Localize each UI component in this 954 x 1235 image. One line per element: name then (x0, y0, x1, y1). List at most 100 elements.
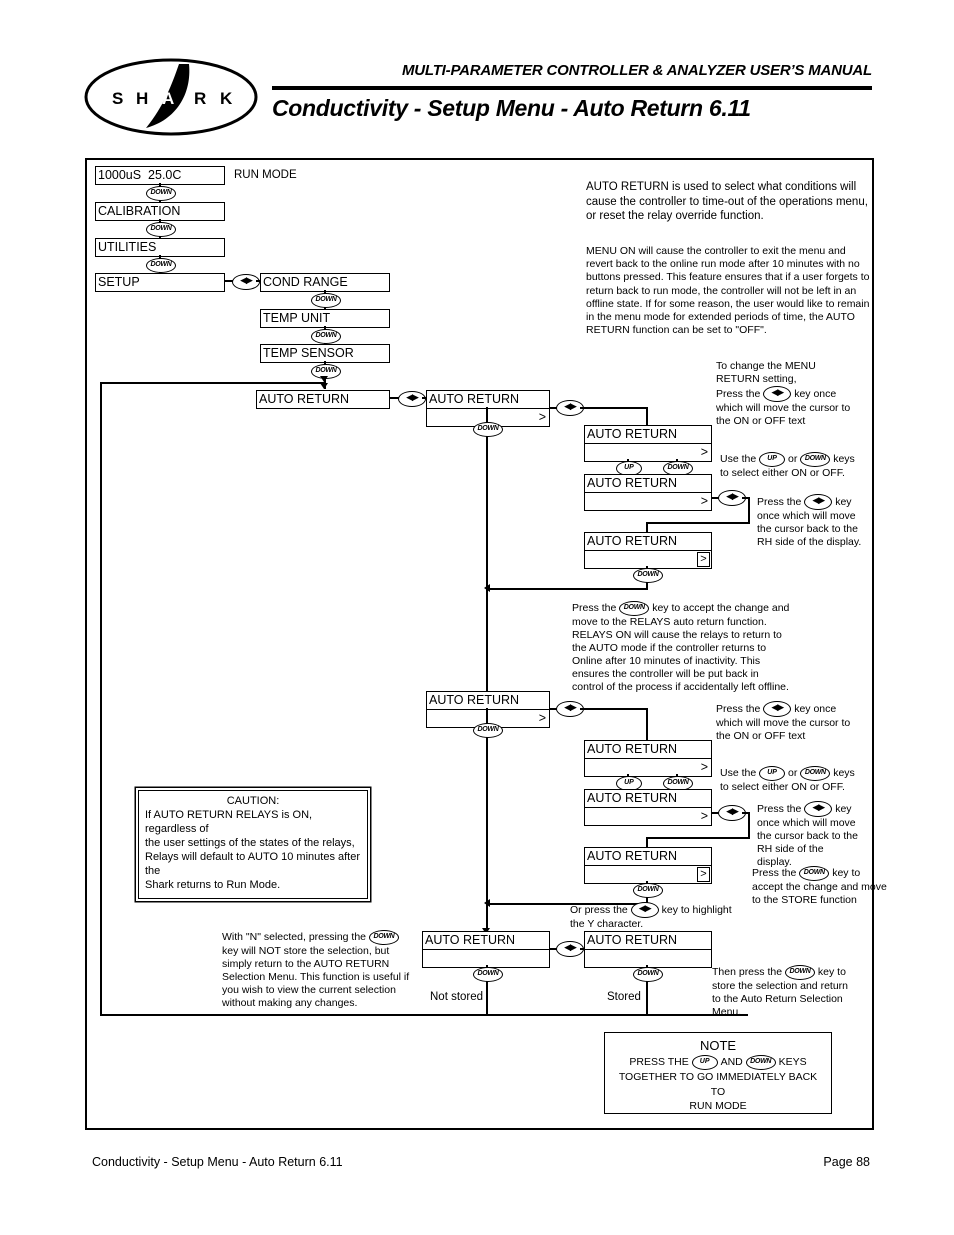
up-key-icon[interactable]: UP (759, 766, 786, 781)
svg-text:A: A (162, 89, 174, 108)
line: To change the MENU (716, 360, 816, 372)
text: keys (833, 453, 855, 466)
line: the cursor back to the (757, 523, 858, 535)
line: simply return to the AUTO RETURN (222, 958, 390, 970)
left-right-key-icon[interactable]: ◀▶ (398, 391, 426, 407)
line: which will move the cursor to (716, 717, 851, 729)
down-key-icon[interactable]: DOWN (633, 967, 663, 982)
note-line: RUN MODE (689, 1100, 747, 1112)
down-key-icon[interactable]: DOWN (473, 967, 503, 982)
text: key to (832, 867, 861, 880)
display-relays-on-cursor: AUTO RETURN RELAYS ON > (584, 789, 712, 826)
display-line-1: AUTO RETURN (587, 427, 678, 441)
caution-line: Relays will default to AUTO 10 minutes a… (145, 851, 361, 877)
text: or (788, 453, 798, 466)
text: Use the (720, 767, 757, 780)
up-key-icon[interactable]: UP (691, 1055, 718, 1070)
line: Use the UP or DOWN keys (720, 766, 900, 781)
left-right-key-icon[interactable]: ◀▶ (804, 801, 833, 817)
down-key-icon[interactable]: DOWN (633, 883, 663, 898)
line: Press the DOWN key to (752, 866, 912, 881)
text: keys (833, 767, 855, 780)
down-key-icon[interactable]: DOWN (799, 866, 830, 881)
svg-text:S: S (112, 89, 123, 108)
display-relays-on-right: AUTO RETURN RELAYS ON > (584, 847, 712, 884)
note-box: NOTE PRESS THE UP AND DOWN KEYS TOGETHER… (604, 1032, 832, 1114)
connector (748, 812, 750, 838)
text: Press the (716, 387, 761, 400)
left-right-key-icon[interactable]: ◀▶ (804, 494, 833, 510)
header-divider (272, 86, 872, 90)
svg-text:H: H (136, 89, 148, 108)
connector (486, 588, 646, 590)
down-key-icon[interactable]: DOWN (784, 965, 815, 980)
text: Or press the (570, 903, 628, 916)
line: Press the ◀▶ key (757, 494, 907, 510)
down-key-icon[interactable]: DOWN (368, 930, 399, 945)
line: once which will move (757, 510, 856, 522)
left-right-key-icon[interactable]: ◀▶ (232, 274, 260, 290)
return-loop-top (100, 382, 324, 384)
up-key-icon[interactable]: UP (759, 452, 786, 467)
use-keys-instruction-menu: Use the UP or DOWN keys to select either… (720, 452, 900, 480)
display-line-1: AUTO RETURN (587, 933, 678, 947)
text: Press the (757, 802, 802, 815)
connector (646, 708, 648, 740)
display-setup: SETUP (95, 273, 225, 292)
cursor-arrow: > (538, 410, 546, 424)
down-key-icon[interactable]: DOWN (146, 222, 176, 237)
text: PRESS THE (629, 1056, 689, 1069)
line: the ON or OFF text (716, 730, 806, 742)
caution-box: CAUTION: If AUTO RETURN RELAYS is ON, re… (138, 790, 368, 899)
line: to the Auto Return Selection (712, 993, 843, 1005)
display-store-n: AUTO RETURN STORE? Y N (422, 931, 550, 968)
down-key-icon[interactable]: DOWN (311, 329, 341, 344)
cursor-arrow: > (700, 494, 708, 508)
down-key-icon[interactable]: DOWN (745, 1055, 776, 1070)
line: the ON or OFF text (716, 415, 806, 427)
arrow (320, 383, 328, 389)
down-key-icon[interactable]: DOWN (473, 422, 503, 437)
connector (646, 837, 750, 839)
down-key-icon[interactable]: DOWN (146, 258, 176, 273)
caution-line: If AUTO RETURN RELAYS is ON, regardless … (145, 809, 313, 835)
text: key to highlight (661, 903, 732, 916)
line: ensures the controller will be put back … (572, 668, 759, 680)
arrow (484, 899, 490, 907)
down-key-icon[interactable]: DOWN (311, 293, 341, 308)
display-auto-return: AUTO RETURN (256, 390, 390, 409)
text: Press the (752, 867, 797, 880)
display-line-1: AUTO RETURN (587, 742, 678, 756)
stored-label: Stored (607, 991, 641, 1003)
down-key-icon[interactable]: DOWN (800, 452, 831, 467)
return-loop-bottom (100, 1014, 748, 1016)
press-lr-instruction-relays: Press the ◀▶ key once which will move th… (757, 801, 897, 869)
connector (748, 497, 750, 523)
text: or (788, 767, 798, 780)
line: RH side of the (757, 843, 824, 855)
display-menu-off-right: AUTO RETURN MENU OFF > (584, 532, 712, 569)
or-press-instruction: Or press the ◀▶ key to highlight the Y c… (570, 902, 790, 931)
line: Press the ◀▶ key once (716, 386, 886, 402)
down-key-icon[interactable]: DOWN (619, 601, 650, 616)
left-right-key-icon[interactable]: ◀▶ (763, 386, 792, 402)
line: to select either ON or OFF. (720, 467, 845, 479)
down-key-icon[interactable]: DOWN (800, 766, 831, 781)
down-key-icon[interactable]: DOWN (473, 723, 503, 738)
press-down-store-instruction: Press the DOWN key to accept the change … (752, 866, 912, 907)
display-relays-off-cursor: AUTO RETURN RELAYS OFF > (584, 740, 712, 777)
line: the AUTO mode if the controller returns … (572, 642, 767, 654)
display-line-1: AUTO RETURN (587, 476, 678, 490)
text: AND (720, 1056, 743, 1069)
down-key-icon[interactable]: DOWN (146, 186, 176, 201)
line: without making any changes. (222, 997, 358, 1009)
caution-title: CAUTION: (226, 795, 280, 807)
cursor-arrow: > (700, 445, 708, 459)
connector (646, 522, 750, 524)
down-key-icon[interactable]: DOWN (633, 568, 663, 583)
shark-logo: S H A R K (84, 58, 259, 136)
menu-change-instruction-relays: Press the ◀▶ key once which will move th… (716, 701, 896, 743)
line: RELAYS ON will cause the relays to retur… (572, 629, 782, 641)
left-right-key-icon[interactable]: ◀▶ (763, 701, 792, 717)
left-right-key-icon[interactable]: ◀▶ (630, 902, 659, 918)
